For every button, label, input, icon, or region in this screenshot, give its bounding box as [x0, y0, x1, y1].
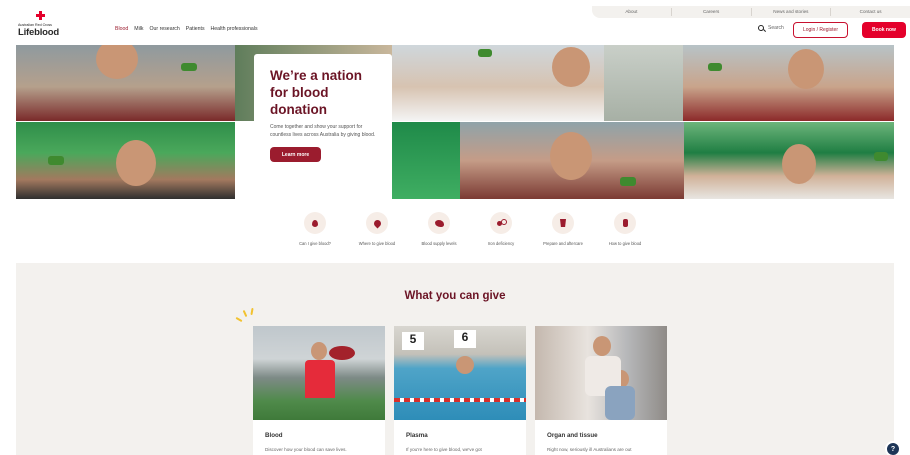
- page: About Careers News and stories Contact u…: [0, 0, 910, 455]
- card-description: If you're here to give blood, we've got: [406, 447, 482, 452]
- hero-photo: [604, 45, 683, 121]
- nav-item-patients[interactable]: Patients: [186, 26, 205, 32]
- utility-link-news[interactable]: News and stories: [752, 8, 832, 16]
- search-icon: [758, 25, 764, 31]
- iron-icon: [497, 219, 507, 227]
- nav-item-health-professionals[interactable]: Health professionals: [211, 26, 258, 32]
- nav-item-our-research[interactable]: Our research: [150, 26, 180, 32]
- what-you-can-give-section: What you can give Blood Discover how you…: [16, 263, 894, 455]
- hero-banner: We’re a nation for blood donation Come t…: [16, 45, 894, 199]
- search-button[interactable]: Search: [758, 25, 784, 31]
- quick-links: Can I give blood? Where to give blood Bl…: [284, 212, 656, 246]
- quick-link-where-to-give[interactable]: Where to give blood: [346, 212, 408, 246]
- help-chat-button[interactable]: ?: [885, 441, 901, 455]
- hero-photo: [460, 122, 684, 199]
- login-register-button[interactable]: Login / Register: [793, 22, 848, 38]
- hero-photo: [16, 45, 235, 121]
- quick-link-label: Blood supply levels: [421, 241, 457, 246]
- give-card-plasma[interactable]: 5 6 Plasma If you're here to give blood,…: [394, 326, 526, 455]
- hero-photo: [392, 45, 604, 121]
- quick-link-supply-levels[interactable]: Blood supply levels: [408, 212, 470, 246]
- hero-photo: [684, 122, 894, 199]
- hero-photo: [16, 122, 235, 199]
- section-title: What you can give: [404, 290, 506, 302]
- card-description: Right now, seriously ill Australians are…: [547, 447, 632, 452]
- card-description: Discover how your blood can save lives.: [265, 447, 347, 452]
- search-label: Search: [768, 25, 784, 31]
- card-image: 5 6: [394, 326, 526, 420]
- quick-link-prepare-aftercare[interactable]: Prepare and aftercare: [532, 212, 594, 246]
- location-pin-icon: [372, 218, 382, 228]
- card-image: [535, 326, 667, 420]
- quick-link-label: Prepare and aftercare: [543, 241, 583, 246]
- sparkle-decoration-icon: [235, 306, 258, 326]
- quick-link-label: How to give blood: [608, 241, 642, 246]
- logo-wordmark: Lifeblood: [18, 27, 59, 38]
- book-now-button[interactable]: Book now: [862, 22, 906, 38]
- hero-description: Come together and show your support for …: [270, 124, 376, 138]
- card-title: Plasma: [406, 432, 428, 439]
- card-title: Blood: [265, 432, 283, 439]
- quick-link-label: Can I give blood?: [299, 241, 331, 246]
- quick-link-label: Where to give blood: [358, 241, 396, 246]
- utility-link-careers[interactable]: Careers: [672, 8, 752, 16]
- utility-nav: About Careers News and stories Contact u…: [592, 6, 910, 18]
- blood-drop-icon: [312, 219, 318, 227]
- australia-map-icon: [434, 219, 444, 227]
- give-card-organ-tissue[interactable]: Organ and tissue Right now, seriously il…: [535, 326, 667, 455]
- utility-link-contact[interactable]: Contact us: [831, 8, 910, 16]
- hero-card: We’re a nation for blood donation Come t…: [254, 54, 392, 191]
- hero-title: We’re a nation for blood donation: [270, 68, 363, 117]
- quick-link-how-to-give[interactable]: How to give blood: [594, 212, 656, 246]
- main-nav: Blood Milk Our research Patients Health …: [115, 26, 258, 32]
- give-card-blood[interactable]: Blood Discover how your blood can save l…: [253, 326, 385, 455]
- card-image: [253, 326, 385, 420]
- card-title: Organ and tissue: [547, 432, 598, 439]
- nav-item-blood[interactable]: Blood: [115, 26, 128, 32]
- lifeblood-logo[interactable]: Australian Red Cross Lifeblood: [18, 11, 64, 39]
- nav-item-milk[interactable]: Milk: [134, 26, 143, 32]
- quick-link-iron-deficiency[interactable]: Iron deficiency: [470, 212, 532, 246]
- quick-link-label: Iron deficiency: [487, 241, 515, 246]
- hero-photo: [392, 122, 460, 199]
- hero-photo: [683, 45, 894, 121]
- red-cross-icon: [36, 11, 45, 20]
- cup-icon: [560, 219, 566, 227]
- utility-link-about[interactable]: About: [592, 8, 672, 16]
- quick-link-can-i-give[interactable]: Can I give blood?: [284, 212, 346, 246]
- blood-bag-icon: [622, 219, 628, 227]
- learn-more-button[interactable]: Learn more: [270, 147, 321, 162]
